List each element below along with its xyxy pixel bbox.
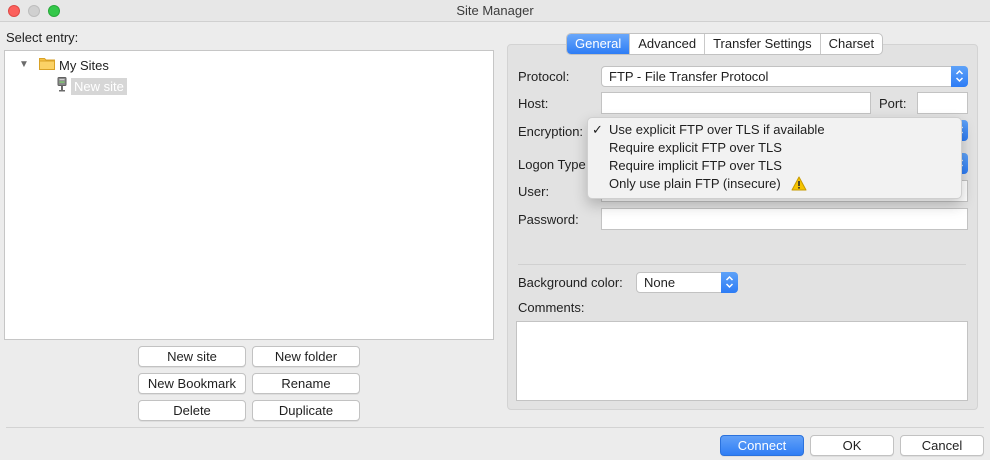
- protocol-label: Protocol:: [518, 69, 570, 84]
- password-label: Password:: [518, 212, 579, 227]
- new-folder-button[interactable]: New folder: [252, 346, 360, 367]
- tab-bar: General Advanced Transfer Settings Chars…: [566, 33, 884, 55]
- title-bar: Site Manager: [0, 0, 990, 22]
- encryption-dropdown-menu: ✓ Use explicit FTP over TLS if available…: [587, 117, 962, 199]
- select-entry-label: Select entry:: [6, 30, 79, 45]
- menu-item-label: Require explicit FTP over TLS: [609, 140, 782, 155]
- tab-transfer-settings[interactable]: Transfer Settings: [705, 34, 821, 54]
- background-color-value: None: [644, 275, 676, 290]
- comments-label: Comments:: [518, 300, 585, 315]
- warning-icon: [791, 176, 807, 191]
- port-input[interactable]: [917, 92, 968, 114]
- password-input[interactable]: [601, 208, 968, 230]
- footer-divider: [6, 427, 984, 428]
- window-title: Site Manager: [456, 3, 534, 18]
- tab-advanced[interactable]: Advanced: [630, 34, 706, 54]
- logon-type-label: Logon Type: [518, 157, 586, 172]
- menu-item-label: Only use plain FTP (insecure): [609, 176, 781, 191]
- site-tree[interactable]: ▼ My Sites New site: [4, 50, 494, 340]
- menu-item-plain-ftp-insecure[interactable]: Only use plain FTP (insecure): [588, 175, 963, 193]
- tree-item-my-sites[interactable]: My Sites: [59, 58, 109, 73]
- port-label: Port:: [879, 96, 907, 111]
- encryption-label: Encryption:: [518, 124, 584, 139]
- protocol-select[interactable]: FTP - File Transfer Protocol: [601, 66, 968, 87]
- menu-item-label: Use explicit FTP over TLS if available: [609, 122, 825, 137]
- duplicate-button[interactable]: Duplicate: [252, 400, 360, 421]
- delete-button[interactable]: Delete: [138, 400, 246, 421]
- new-bookmark-button[interactable]: New Bookmark: [138, 373, 246, 394]
- protocol-select-value: FTP - File Transfer Protocol: [609, 69, 769, 84]
- section-divider: [518, 264, 966, 265]
- tree-item-new-site[interactable]: New site: [71, 78, 127, 95]
- select-stepper-icon: [721, 272, 738, 293]
- cancel-button[interactable]: Cancel: [900, 435, 984, 456]
- rename-button[interactable]: Rename: [252, 373, 360, 394]
- tab-charset[interactable]: Charset: [821, 34, 883, 54]
- connect-button[interactable]: Connect: [720, 435, 804, 456]
- disclosure-triangle-icon[interactable]: ▼: [19, 59, 29, 70]
- background-color-select[interactable]: None: [636, 272, 738, 293]
- host-input[interactable]: [601, 92, 871, 114]
- menu-item-explicit-tls-if-available[interactable]: ✓ Use explicit FTP over TLS if available: [588, 121, 963, 139]
- checkmark-icon: ✓: [592, 122, 603, 137]
- tab-general[interactable]: General: [567, 34, 631, 54]
- menu-item-require-implicit-tls[interactable]: Require implicit FTP over TLS: [588, 157, 963, 175]
- user-label: User:: [518, 184, 550, 199]
- new-site-button[interactable]: New site: [138, 346, 246, 367]
- menu-item-require-explicit-tls[interactable]: Require explicit FTP over TLS: [588, 139, 963, 157]
- comments-textarea[interactable]: [516, 321, 968, 401]
- background-color-label: Background color:: [518, 275, 623, 290]
- select-stepper-icon: [951, 66, 968, 87]
- server-icon: [57, 77, 67, 92]
- folder-icon: [39, 58, 55, 70]
- menu-item-label: Require implicit FTP over TLS: [609, 158, 782, 173]
- ok-button[interactable]: OK: [810, 435, 894, 456]
- host-label: Host:: [518, 96, 549, 111]
